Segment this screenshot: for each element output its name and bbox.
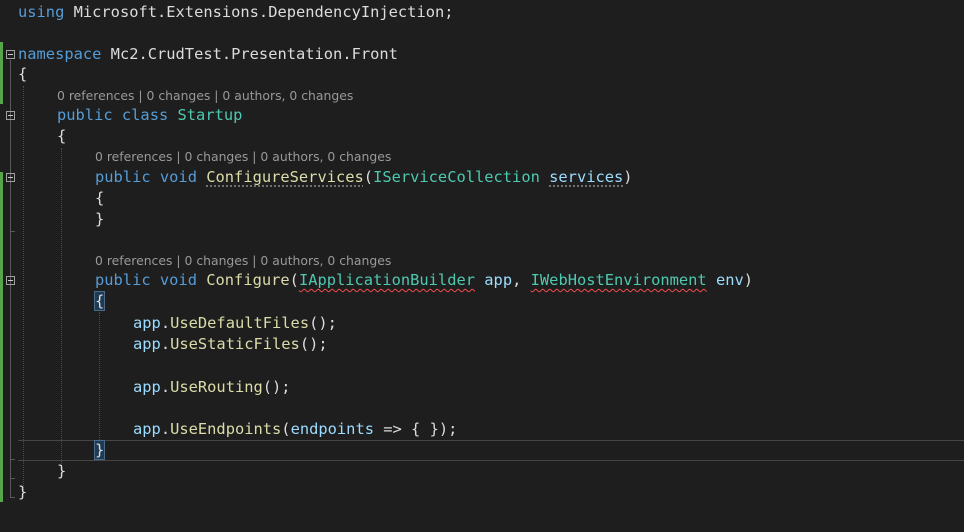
param-name: services xyxy=(549,168,624,186)
close-brace-highlighted: } xyxy=(93,440,106,460)
code-line-brace[interactable]: } xyxy=(18,482,27,503)
code-line-class[interactable]: public class Startup xyxy=(57,105,242,126)
paren: ) xyxy=(743,271,754,289)
code-line-using[interactable]: using Microsoft.Extensions.DependencyInj… xyxy=(18,2,454,23)
outline-end xyxy=(10,231,15,232)
variable: app xyxy=(133,420,161,438)
dot: . xyxy=(160,420,171,438)
call-tail: (); xyxy=(299,335,328,353)
indent-guide xyxy=(61,148,62,468)
call-tail: => { }); xyxy=(373,420,458,438)
param-type-error: IWebHostEnvironment xyxy=(530,271,707,289)
code-line-brace[interactable]: } xyxy=(93,440,106,461)
code-line-configure[interactable]: public void Configure(IApplicationBuilde… xyxy=(95,270,753,291)
separator: , xyxy=(512,271,531,289)
codelens-configure-services[interactable]: 0 references | 0 changes | 0 authors, 0 … xyxy=(95,148,391,166)
close-brace: } xyxy=(57,462,67,480)
keyword: using xyxy=(18,3,65,21)
code-line-brace[interactable]: { xyxy=(57,126,66,147)
method-call: UseDefaultFiles xyxy=(170,314,310,332)
dot: . xyxy=(160,314,171,332)
keyword: void xyxy=(159,168,197,186)
close-brace: } xyxy=(18,483,28,501)
namespace-name: Mc2.CrudTest.Presentation.Front xyxy=(101,45,398,63)
code-line-statement[interactable]: app.UseDefaultFiles(); xyxy=(133,313,337,334)
code-line-brace[interactable]: { xyxy=(95,188,104,209)
paren: ( xyxy=(281,420,291,438)
paren: ( xyxy=(289,271,299,289)
indent-guide xyxy=(23,86,24,490)
change-indicator-bar xyxy=(0,172,3,502)
code-line-brace[interactable]: } xyxy=(57,461,66,482)
keyword: namespace xyxy=(18,45,102,63)
method-call: UseEndpoints xyxy=(170,420,282,438)
fold-toggle-namespace[interactable] xyxy=(6,50,15,59)
fold-toggle-class[interactable] xyxy=(6,111,15,120)
fold-toggle-configure-services[interactable] xyxy=(6,173,15,182)
param-type: IServiceCollection xyxy=(373,168,540,186)
code-line-brace[interactable]: { xyxy=(93,291,106,312)
code-line-statement[interactable]: app.UseRouting(); xyxy=(133,377,291,398)
open-brace-highlighted: { xyxy=(93,291,106,311)
method-name: ConfigureServices xyxy=(206,168,364,186)
code-line-brace[interactable]: } xyxy=(95,209,104,230)
method-call: UseStaticFiles xyxy=(170,335,300,353)
fold-toggle-configure[interactable] xyxy=(6,276,15,285)
code-line-statement[interactable]: app.UseEndpoints(endpoints => { }); xyxy=(133,419,457,440)
variable: app xyxy=(133,335,161,353)
keyword: class xyxy=(121,106,169,124)
code-line-namespace[interactable]: namespace Mc2.CrudTest.Presentation.Fron… xyxy=(18,44,398,65)
code-line-statement[interactable]: app.UseStaticFiles(); xyxy=(133,334,328,355)
keyword: public xyxy=(95,271,151,289)
call-tail: (); xyxy=(262,378,291,396)
paren: ) xyxy=(623,168,633,186)
method-call: UseRouting xyxy=(170,378,263,396)
code-line-brace[interactable]: { xyxy=(18,64,27,85)
class-name: Startup xyxy=(177,106,243,124)
variable: app xyxy=(133,378,161,396)
code-line-configure-services[interactable]: public void ConfigureServices(IServiceCo… xyxy=(95,167,633,188)
current-line-highlight xyxy=(18,440,964,461)
dot: . xyxy=(160,335,171,353)
namespace-import: Microsoft.Extensions.DependencyInjection… xyxy=(64,3,454,21)
code-editor[interactable]: using Microsoft.Extensions.DependencyInj… xyxy=(0,0,964,532)
call-tail: (); xyxy=(309,314,337,332)
open-brace: { xyxy=(57,127,67,145)
close-brace: } xyxy=(95,210,105,228)
codelens-configure[interactable]: 0 references | 0 changes | 0 authors, 0 … xyxy=(95,252,391,270)
outline-end xyxy=(10,497,15,498)
param-type-error: IApplicationBuilder xyxy=(298,271,475,289)
keyword: public xyxy=(57,106,113,124)
keyword: public xyxy=(95,168,151,186)
lambda-param: endpoints xyxy=(290,420,374,438)
param-name: env xyxy=(715,271,744,289)
method-name: Configure xyxy=(206,271,290,289)
outline-end xyxy=(10,459,15,460)
indent-guide xyxy=(99,312,100,444)
paren: ( xyxy=(363,168,374,186)
change-indicator-bar xyxy=(0,42,3,104)
open-brace: { xyxy=(18,65,28,83)
keyword: void xyxy=(159,271,197,289)
dot: . xyxy=(160,378,171,396)
variable: app xyxy=(133,314,161,332)
param-name: app xyxy=(484,271,513,289)
outline-end xyxy=(10,478,15,479)
open-brace: { xyxy=(95,189,105,207)
codelens-class[interactable]: 0 references | 0 changes | 0 authors, 0 … xyxy=(57,87,353,105)
